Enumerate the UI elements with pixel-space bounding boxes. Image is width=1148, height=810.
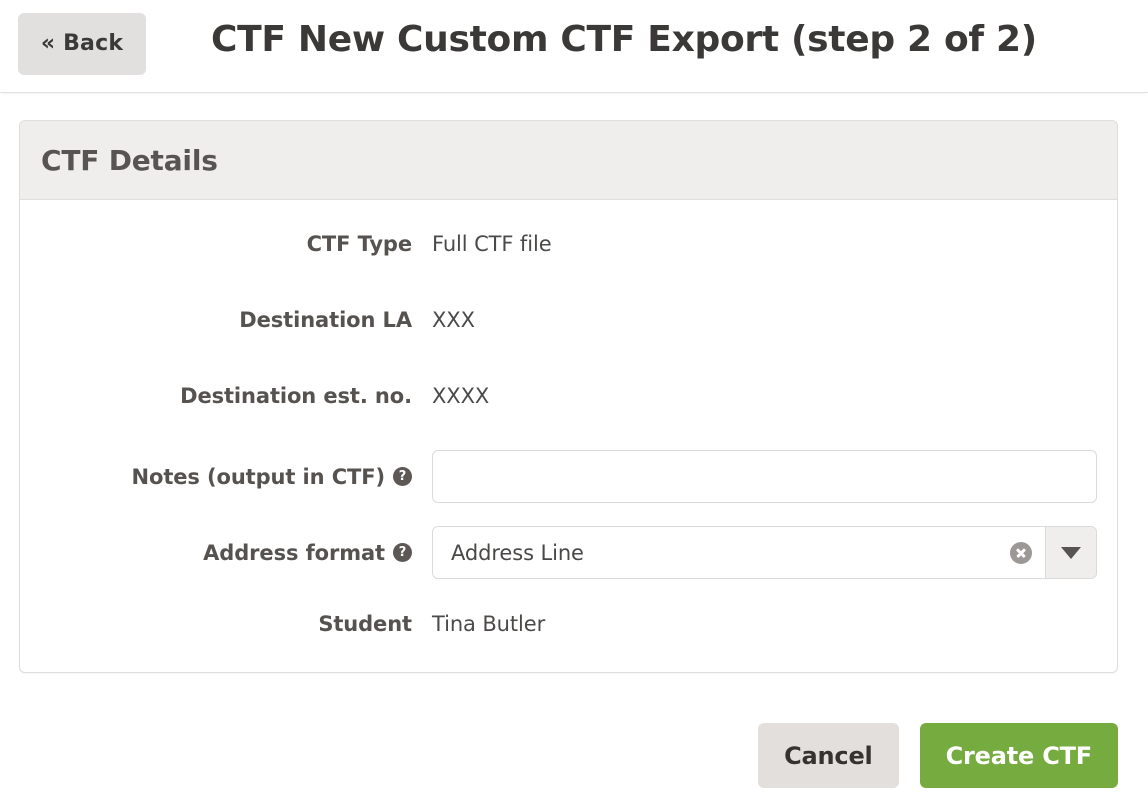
- label-notes-text: Notes (output in CTF): [132, 465, 385, 489]
- page-title: CTF New Custom CTF Export (step 2 of 2): [211, 19, 1037, 60]
- card-body: CTF Type Full CTF file Destination LA XX…: [20, 200, 1117, 672]
- label-destination-la-text: Destination LA: [239, 308, 412, 332]
- label-destination-est-no-text: Destination est. no.: [180, 384, 412, 408]
- label-ctf-type: CTF Type: [20, 232, 412, 256]
- form-row-address-format: Address format ? Address Line: [20, 526, 1117, 579]
- cancel-button[interactable]: Cancel: [758, 723, 898, 788]
- form-row-destination-la: Destination LA XXX: [20, 298, 1117, 342]
- notes-field-wrap: [412, 450, 1117, 503]
- form-row-destination-est-no: Destination est. no. XXXX: [20, 374, 1117, 418]
- dropdown-toggle-button[interactable]: [1045, 527, 1096, 578]
- label-student: Student: [20, 612, 412, 636]
- address-format-select[interactable]: Address Line: [432, 526, 1097, 579]
- label-address-format-text: Address format: [203, 541, 385, 565]
- clear-selection-button[interactable]: [1010, 527, 1045, 578]
- label-destination-est-no: Destination est. no.: [20, 384, 412, 408]
- address-format-field-wrap: Address Line: [412, 526, 1117, 579]
- value-destination-est-no: XXXX: [412, 384, 1117, 408]
- page-header: « Back CTF New Custom CTF Export (step 2…: [0, 0, 1148, 93]
- label-ctf-type-text: CTF Type: [307, 232, 412, 256]
- label-student-text: Student: [318, 612, 412, 636]
- form-row-student: Student Tina Butler: [20, 602, 1117, 646]
- label-address-format: Address format ?: [20, 541, 412, 565]
- card-header: CTF Details: [20, 121, 1117, 200]
- address-format-selected-value[interactable]: Address Line: [433, 527, 1010, 578]
- value-ctf-type: Full CTF file: [412, 232, 1117, 256]
- value-destination-la: XXX: [412, 308, 1117, 332]
- help-icon-notes[interactable]: ?: [393, 467, 412, 486]
- form-row-ctf-type: CTF Type Full CTF file: [20, 222, 1117, 266]
- footer-actions: Cancel Create CTF: [758, 723, 1118, 788]
- card-title: CTF Details: [41, 144, 218, 177]
- create-ctf-button[interactable]: Create CTF: [920, 723, 1118, 788]
- close-circle-icon[interactable]: [1010, 542, 1032, 564]
- label-notes: Notes (output in CTF) ?: [20, 465, 412, 489]
- ctf-details-card: CTF Details CTF Type Full CTF file Desti…: [19, 120, 1118, 673]
- form-row-notes: Notes (output in CTF) ?: [20, 450, 1117, 503]
- notes-input[interactable]: [432, 450, 1097, 503]
- label-destination-la: Destination LA: [20, 308, 412, 332]
- back-button[interactable]: « Back: [18, 13, 146, 75]
- value-student: Tina Butler: [412, 612, 1117, 636]
- chevron-down-icon: [1061, 547, 1081, 559]
- help-icon-address-format[interactable]: ?: [393, 543, 412, 562]
